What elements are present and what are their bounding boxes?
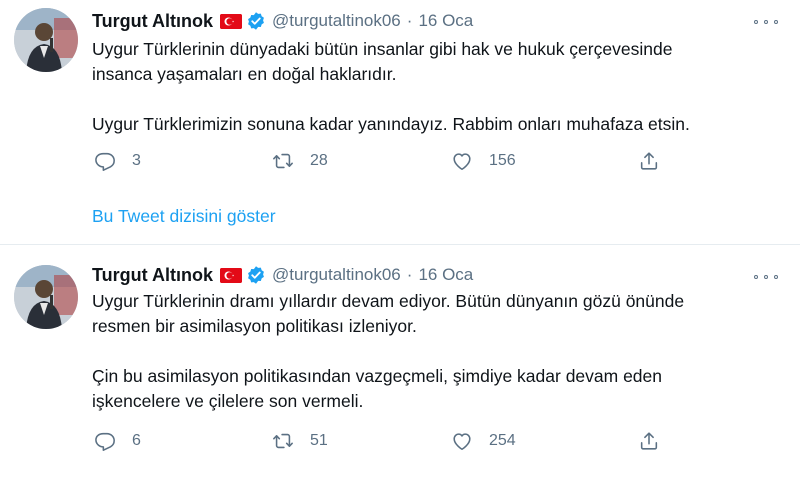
heart-icon [453, 433, 471, 451]
tweet-line: Uygur Türklerinin dramı yıllardır devam … [92, 291, 685, 311]
tweet[interactable]: Turgut Altınok @turgutaltinok06 · 16 Oca… [0, 244, 800, 482]
verified-badge-icon [246, 11, 266, 31]
tweet-text: Uygur Türklerinin dünyadaki bütün insanl… [92, 37, 772, 137]
like-count: 254 [489, 432, 516, 449]
separator-dot: · [406, 11, 413, 30]
avatar[interactable] [14, 265, 78, 329]
turkey-flag-icon [219, 13, 242, 29]
retweet-count: 28 [310, 152, 328, 169]
tweet-line: insanca yaşamaları en doğal haklarıdır. [92, 64, 397, 84]
share-button[interactable] [638, 148, 660, 174]
tweet-line: Uygur Türklerinin dünyadaki bütün insanl… [92, 39, 673, 59]
tweet-date[interactable]: 16 Oca [418, 265, 473, 285]
turkey-flag-icon [219, 267, 242, 283]
author-name[interactable]: Turgut Altınok [92, 11, 213, 32]
retweet-icon [273, 153, 293, 169]
reply-button[interactable]: 6 [94, 428, 141, 454]
tweet-date[interactable]: 16 Oca [418, 11, 473, 31]
retweet-button[interactable]: 51 [272, 428, 328, 454]
reply-icon [95, 152, 115, 171]
reply-icon [95, 432, 115, 451]
tweet-line: işkencelere ve çilelere son vermeli. [92, 391, 364, 411]
retweet-count: 51 [310, 432, 328, 449]
tweet-header: Turgut Altınok @turgutaltinok06 · 16 Oca [92, 262, 473, 288]
share-icon [640, 152, 658, 170]
like-button[interactable]: 254 [451, 428, 516, 454]
tweet-actions: 3 28 156 [94, 148, 674, 174]
separator-dot: · [406, 265, 413, 284]
reply-button[interactable]: 3 [94, 148, 141, 174]
tweet-line: resmen bir asimilasyon politikası izleni… [92, 316, 417, 336]
avatar[interactable] [14, 8, 78, 72]
tweet-header: Turgut Altınok @turgutaltinok06 · 16 Oca [92, 8, 473, 34]
tweet-actions: 6 51 254 [94, 428, 674, 454]
author-name[interactable]: Turgut Altınok [92, 265, 213, 286]
tweet-line: Uygur Türklerimizin sonuna kadar yanında… [92, 114, 690, 134]
share-icon [640, 432, 658, 450]
author-handle[interactable]: @turgutaltinok06 [272, 265, 401, 285]
reply-count: 3 [132, 152, 141, 169]
like-count: 156 [489, 152, 516, 169]
like-button[interactable]: 156 [451, 148, 516, 174]
verified-badge-icon [246, 265, 266, 285]
more-options-icon[interactable] [754, 267, 778, 287]
reply-count: 6 [132, 432, 141, 449]
retweet-button[interactable]: 28 [272, 148, 328, 174]
tweet-line: Çin bu asimilasyon politikasından vazgeç… [92, 366, 663, 386]
heart-icon [453, 153, 471, 171]
tweet-text: Uygur Türklerinin dramı yıllardır devam … [92, 289, 772, 414]
more-options-icon[interactable] [754, 12, 778, 32]
show-thread-link[interactable]: Bu Tweet dizisini göster [92, 206, 276, 227]
author-handle[interactable]: @turgutaltinok06 [272, 11, 401, 31]
tweet[interactable]: Turgut Altınok @turgutaltinok06 · 16 Oca… [0, 0, 800, 244]
retweet-icon [273, 433, 293, 449]
share-button[interactable] [638, 428, 660, 454]
